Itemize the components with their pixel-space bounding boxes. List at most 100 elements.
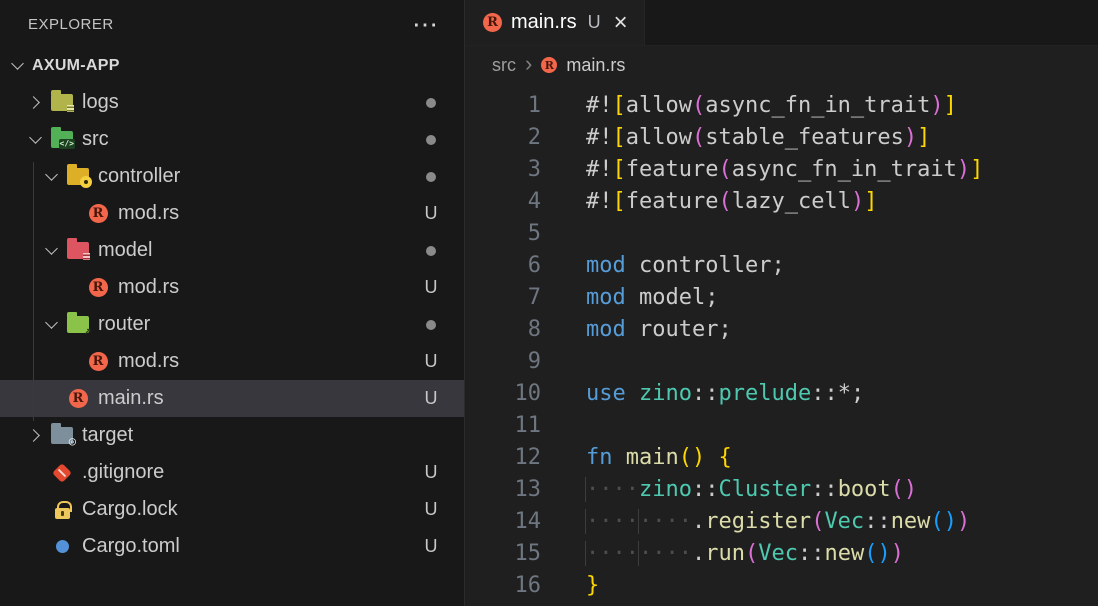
code-line[interactable]: 8 mod router; <box>465 314 1098 346</box>
tree-item--gitignore[interactable]: .gitignore U <box>0 454 464 491</box>
code-token: { <box>718 445 732 470</box>
code-token: fn <box>586 445 613 470</box>
tree-item-main-rs[interactable]: Rmain.rs U <box>0 380 464 417</box>
folder-model-icon <box>66 238 91 263</box>
twistie-spacer <box>42 389 62 409</box>
breadcrumb-folder[interactable]: src <box>492 55 516 76</box>
code-token: [ <box>612 157 626 182</box>
code-token: ( <box>718 157 732 182</box>
code-token: } <box>586 573 600 598</box>
workspace-root-folder[interactable]: AXUM-APP <box>0 48 464 84</box>
code-token: router; <box>625 317 732 342</box>
code-token: Cluster <box>718 477 812 502</box>
code-line[interactable]: 15 ········.run(Vec::new()) <box>465 538 1098 570</box>
line-number: 4 <box>527 189 541 214</box>
code-line[interactable]: 7 mod model; <box>465 282 1098 314</box>
git-icon <box>50 461 74 485</box>
tree-item-label: .gitignore <box>82 461 165 483</box>
tree-item-target[interactable]: ◎ target <box>0 417 464 454</box>
twistie-spacer <box>62 352 82 372</box>
twistie-spacer <box>62 278 82 298</box>
code-token: [ <box>612 189 626 214</box>
code-token: boot <box>837 477 891 502</box>
code-line[interactable]: 10 use zino::prelude::*; <box>465 378 1098 410</box>
git-status-badge: U <box>420 461 442 484</box>
tree-item-label: mod.rs <box>118 276 180 298</box>
tree-item-cargo-toml[interactable]: Cargo.toml U <box>0 528 464 565</box>
code-line[interactable]: 11 <box>465 410 1098 442</box>
code-line-text: #![allow(stable_features)] <box>586 122 930 154</box>
tree-item-controller[interactable]: controller <box>0 158 464 195</box>
code-line[interactable]: 2 #![allow(stable_features)] <box>465 122 1098 154</box>
folder-router-icon: ↗ <box>66 312 91 337</box>
code-token: stable_features <box>705 125 904 150</box>
tree-item-router[interactable]: ↗ router <box>0 306 464 343</box>
untracked-indicator: U <box>424 203 438 223</box>
tree-item-src[interactable]: </> src <box>0 121 464 158</box>
tree-item-mod-rs[interactable]: Rmod.rs U <box>0 269 464 306</box>
code-area[interactable]: 1 #![allow(async_fn_in_trait)] 2 #![allow(s… <box>465 84 1098 602</box>
tree-item-mod-rs[interactable]: Rmod.rs U <box>0 195 464 232</box>
code-token: new <box>824 541 865 566</box>
tree-item-cargo-lock[interactable]: Cargo.lock U <box>0 491 464 528</box>
tab-main-rs[interactable]: R main.rs U × <box>465 0 645 45</box>
line-number: 16 <box>514 573 542 598</box>
tree-item-model[interactable]: model <box>0 232 464 269</box>
line-number: 1 <box>527 93 541 118</box>
rust-file-icon: R <box>86 350 110 374</box>
folder-badge-icon: ◎ <box>68 434 76 448</box>
code-token: run <box>705 541 745 566</box>
more-actions-icon[interactable]: ⋯ <box>412 11 440 37</box>
unsaved-changes-indicator: U <box>587 12 601 32</box>
code-line[interactable]: 5 <box>465 218 1098 250</box>
code-line[interactable]: 4 #![feature(lazy_cell)] <box>465 186 1098 218</box>
twistie-spacer <box>26 463 46 483</box>
code-line-text: ····zino::Cluster::boot() <box>585 474 917 506</box>
line-number: 13 <box>514 477 542 502</box>
code-token: ···· <box>585 477 639 502</box>
code-line[interactable]: 1 #![allow(async_fn_in_trait)] <box>465 90 1098 122</box>
folder-router-icon: ↗ <box>67 312 91 337</box>
folder-logs-icon <box>51 90 74 112</box>
rust-file-icon: R <box>88 204 108 223</box>
code-line[interactable]: 9 <box>465 346 1098 378</box>
chevron-down-icon <box>26 130 46 150</box>
code-token: ) <box>956 157 971 182</box>
folder-badge-icon: ↗ <box>83 323 91 337</box>
code-line[interactable]: 3 #![feature(async_fn_in_trait)] <box>465 154 1098 186</box>
close-icon[interactable]: × <box>614 10 628 35</box>
rust-file-icon: R <box>88 278 108 297</box>
rust-file-icon: R <box>541 57 558 73</box>
code-token: allow <box>625 125 692 150</box>
tree-item-logs[interactable]: logs <box>0 84 464 121</box>
code-line[interactable]: 16} <box>465 570 1098 602</box>
git-status-badge <box>420 239 442 262</box>
code-line-text: fn main() { <box>586 442 732 474</box>
code-token: allow <box>625 93 692 118</box>
code-line-text: mod router; <box>586 314 732 346</box>
code-token: lazy_cell <box>731 189 851 214</box>
code-token: ) <box>850 189 865 214</box>
folder-badge-icon <box>82 251 91 262</box>
code-token: :: <box>811 477 838 502</box>
code-token: ···· <box>585 541 639 566</box>
code-token: [ <box>612 93 626 118</box>
code-token: ) <box>956 509 971 534</box>
code-token: ) <box>930 93 944 118</box>
code-token: ( <box>864 541 878 566</box>
code-line-text: #![feature(lazy_cell)] <box>586 186 877 218</box>
tree-item-mod-rs[interactable]: Rmod.rs U <box>0 343 464 380</box>
workspace-root-label: AXUM-APP <box>32 57 120 74</box>
code-token: #! <box>586 189 613 214</box>
code-token: new <box>890 509 931 534</box>
code-line[interactable]: 13 ····zino::Cluster::boot() <box>465 474 1098 506</box>
breadcrumb-file[interactable]: main.rs <box>566 55 625 76</box>
code-line[interactable]: 6 mod controller; <box>465 250 1098 282</box>
code-line[interactable]: 14 ········.register(Vec::new()) <box>465 506 1098 538</box>
code-line[interactable]: 12 fn main() { <box>465 442 1098 474</box>
tree-item-label: router <box>98 313 151 335</box>
explorer-sidebar: EXPLORER ⋯ AXUM-APP logs </> src controller… <box>0 0 465 606</box>
twistie-spacer <box>26 537 46 557</box>
